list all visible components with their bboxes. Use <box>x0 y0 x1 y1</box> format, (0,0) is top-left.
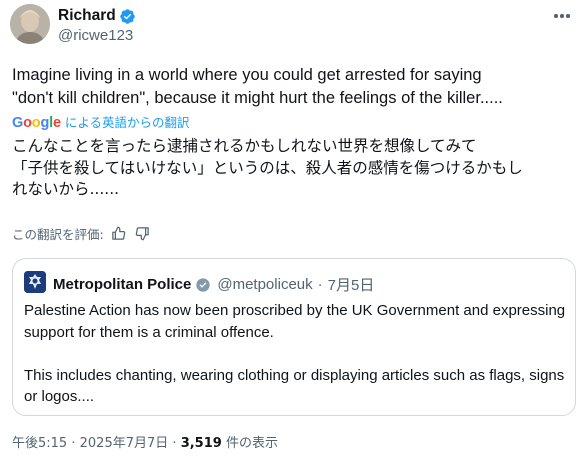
rate-translation-label: この翻訳を評価: <box>12 227 104 242</box>
verified-badge-icon <box>196 277 211 292</box>
quoted-date[interactable]: 7月5日 <box>328 274 375 295</box>
thumbs-up-icon[interactable] <box>110 225 128 243</box>
quoted-author-handle[interactable]: @metpoliceuk <box>217 276 312 293</box>
tweet-time[interactable]: 午後5:15 <box>12 436 67 451</box>
translation-attribution[interactable]: Google による英語からの翻訳 <box>12 112 189 131</box>
avatar[interactable] <box>10 4 50 44</box>
google-logo: Google <box>12 115 61 131</box>
quoted-author-name[interactable]: Metropolitan Police <box>53 276 191 293</box>
verified-badge-icon <box>119 8 135 24</box>
quoted-paragraph: Palestine Action has now been proscribed… <box>24 302 566 341</box>
quoted-separator: · <box>317 276 323 293</box>
thumbs-down-icon[interactable] <box>134 225 152 243</box>
quoted-author: Metropolitan Police @metpoliceuk · 7月5日 <box>53 274 374 295</box>
author-handle[interactable]: @ricwe123 <box>58 27 133 44</box>
tweet-text: Imagine living in a world where you coul… <box>12 66 503 107</box>
quoted-paragraph: This includes chanting, wearing clothing… <box>24 366 565 406</box>
rate-translation-row: この翻訳を評価: <box>12 224 152 243</box>
views-count: 3,519 <box>180 436 222 451</box>
tweet-meta: 午後5:15 · 2025年7月7日 · 3,519 件の表示 <box>12 432 278 451</box>
quoted-tweet-card[interactable]: Metropolitan Police @metpoliceuk · 7月5日 … <box>12 258 576 416</box>
author-name-text: Richard <box>58 7 116 24</box>
quoted-avatar[interactable] <box>24 271 46 293</box>
author-name[interactable]: Richard <box>58 7 136 25</box>
meta-separator: · <box>71 436 76 451</box>
meta-separator: · <box>172 436 177 451</box>
translation-label[interactable]: による英語からの翻訳 <box>65 112 190 131</box>
quoted-text: Palestine Action has now been proscribed… <box>24 300 568 429</box>
translated-text: こんなことを言ったら逮捕されるかもしれない世界を想像してみて 「子供を殺してはい… <box>12 137 523 198</box>
tweet-date[interactable]: 2025年7月7日 <box>80 436 169 451</box>
views-label: 件の表示 <box>225 436 278 451</box>
tweet-header: Richard @ricwe123 <box>10 4 578 48</box>
more-options-icon[interactable] <box>550 6 574 26</box>
